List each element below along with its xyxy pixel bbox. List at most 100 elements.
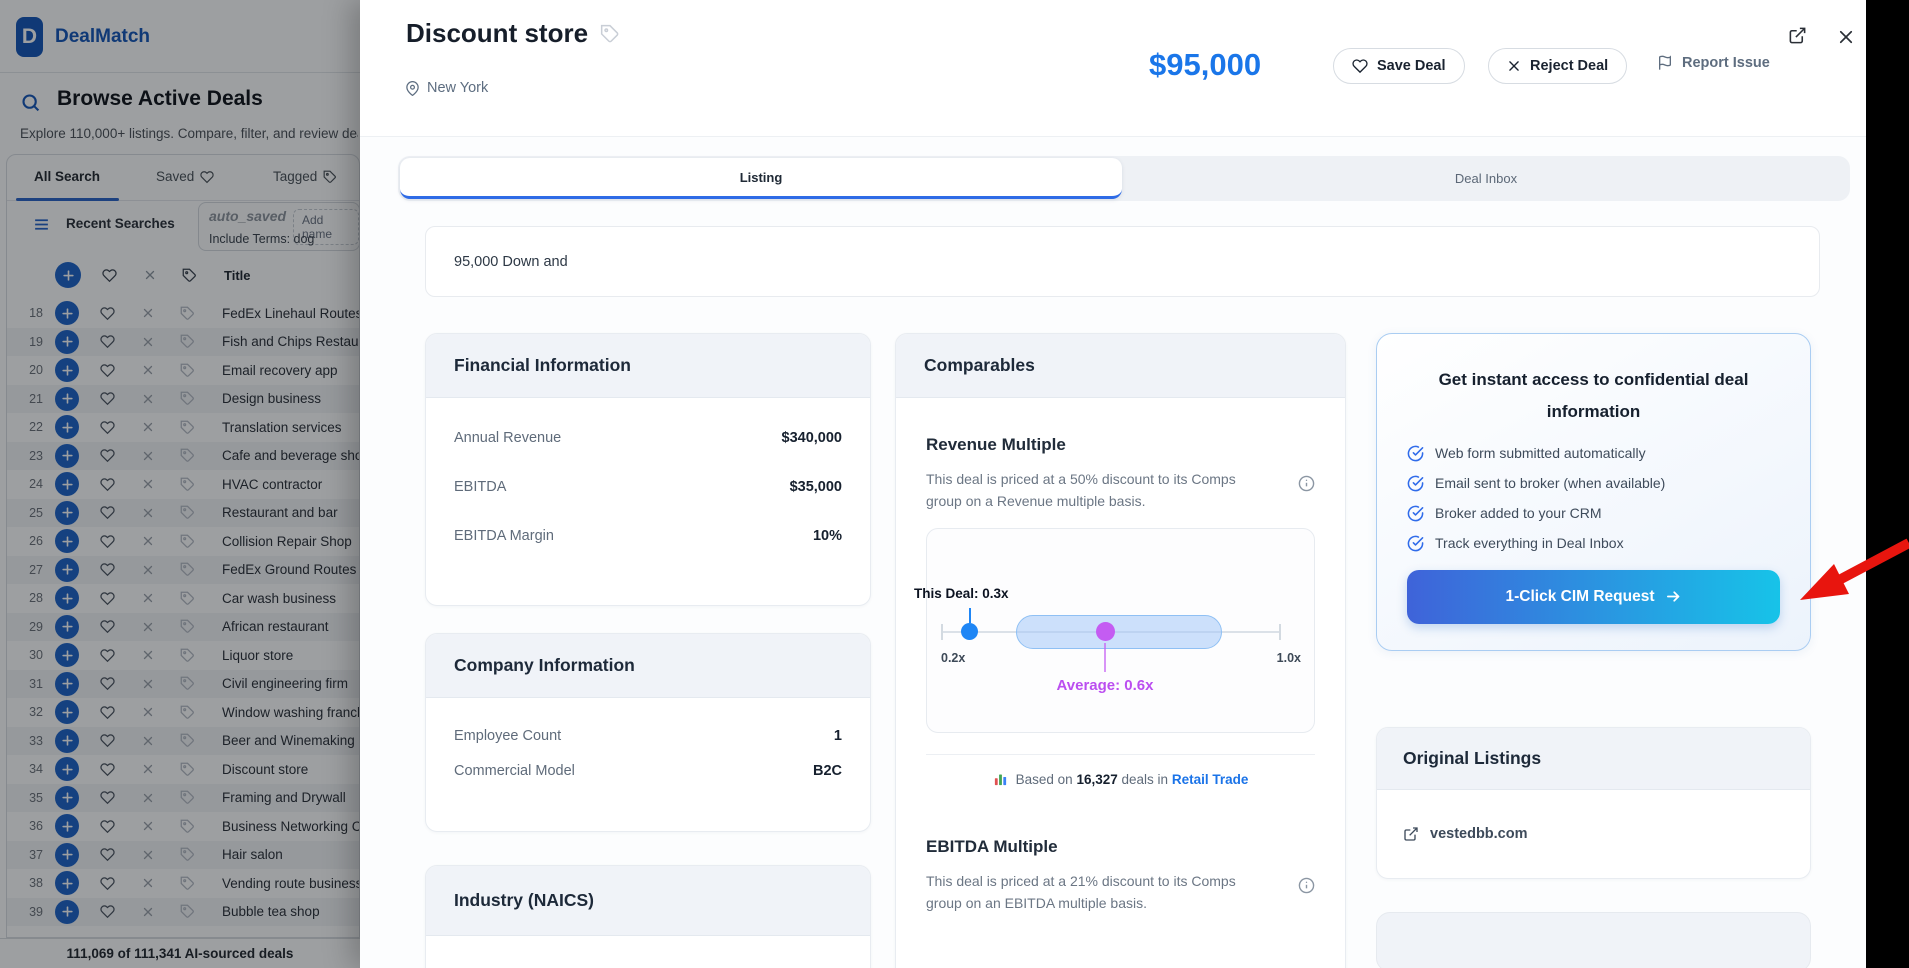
based-on-text: Based on 16,327 deals in Retail Trade [1016, 772, 1249, 787]
cim-benefit-item: Broker added to your CRM [1407, 505, 1780, 522]
deal-location: New York [405, 80, 488, 96]
this-deal-label: This Deal: 0.3x [914, 586, 1009, 601]
deal-count: 16,327 [1076, 772, 1117, 787]
average-label: Average: 0.6x [995, 677, 1215, 694]
check-circle-icon [1407, 475, 1424, 492]
cim-benefit-item: Web form submitted automatically [1407, 445, 1780, 462]
deal-summary-card: 95,000 Down and [425, 226, 1820, 297]
cim-benefit-item: Track everything in Deal Inbox [1407, 535, 1780, 552]
deal-price: $95,000 [1149, 47, 1261, 83]
check-circle-icon [1407, 505, 1424, 522]
info-icon[interactable] [1298, 475, 1315, 492]
ebitda-multiple-heading: EBITDA Multiple [926, 837, 1315, 857]
deal-title-text: Discount store [406, 18, 588, 49]
tag-icon[interactable] [600, 24, 620, 44]
open-external-icon[interactable] [1788, 26, 1807, 45]
info-row: Commercial Model B2C [454, 763, 842, 779]
reject-deal-button[interactable]: Reject Deal [1488, 48, 1627, 84]
slider-tick-min [941, 624, 943, 640]
check-circle-icon [1407, 445, 1424, 462]
info-row-value: 10% [813, 528, 842, 544]
deal-summary-text: 95,000 Down and [454, 254, 568, 270]
flag-icon [1657, 55, 1673, 71]
external-link-icon [1403, 826, 1419, 842]
reject-deal-label: Reject Deal [1530, 58, 1608, 74]
comps-range-band [1016, 615, 1222, 649]
financial-information-card: Financial Information Annual Revenue $340… [425, 333, 871, 606]
info-row-value: $35,000 [790, 479, 842, 495]
heart-icon [1352, 58, 1368, 74]
x-icon [1507, 59, 1521, 73]
card-title: Financial Information [426, 334, 870, 398]
info-row-label: Annual Revenue [454, 430, 561, 446]
tab-label: Listing [740, 170, 783, 185]
deal-value-dot[interactable] [961, 623, 978, 640]
save-deal-button[interactable]: Save Deal [1333, 48, 1465, 84]
info-row-value: 1 [834, 728, 842, 744]
ebitda-multiple-description: This deal is priced at a 21% discount to… [926, 871, 1238, 914]
cim-benefit-text: Email sent to broker (when available) [1435, 475, 1665, 491]
deal-marker-line [969, 608, 971, 623]
original-listing-link[interactable]: vestedbb.com [1403, 826, 1784, 842]
modal-dim-overlay[interactable] [0, 0, 360, 968]
average-marker-line [1104, 643, 1106, 672]
industry-naics-card: Industry (NAICS) [425, 865, 871, 968]
card-title: Company Information [426, 634, 870, 698]
info-row: Annual Revenue $340,000 [454, 430, 842, 446]
info-row-value: B2C [813, 763, 842, 779]
industry-link[interactable]: Retail Trade [1172, 772, 1249, 787]
comparables-card: Comparables Revenue Multiple This deal i… [895, 333, 1346, 968]
detail-tabbar: Listing Deal Inbox [398, 156, 1850, 201]
cim-benefit-text: Broker added to your CRM [1435, 505, 1602, 521]
info-icon[interactable] [1298, 877, 1315, 894]
tab-label: Deal Inbox [1455, 171, 1517, 186]
slider-min-label: 0.2x [941, 651, 965, 665]
revenue-multiple-description: This deal is priced at a 50% discount to… [926, 469, 1238, 512]
info-row-label: EBITDA [454, 479, 506, 495]
info-row: EBITDA $35,000 [454, 479, 842, 495]
cim-benefit-item: Email sent to broker (when available) [1407, 475, 1780, 492]
next-card-stub [1376, 912, 1811, 968]
location-pin-icon [405, 81, 420, 96]
screen-edge-black-strip [1866, 0, 1909, 968]
tab-deal-inbox[interactable]: Deal Inbox [1124, 156, 1848, 201]
cim-access-card: Get instant access to confidential deal … [1376, 333, 1811, 651]
based-on-row: Based on 16,327 deals in Retail Trade [926, 772, 1315, 787]
app-canvas: D DealMatch Browse Active Deals Explore … [0, 0, 1909, 968]
save-deal-label: Save Deal [1377, 58, 1446, 74]
info-row: Employee Count 1 [454, 728, 842, 744]
info-row-value: $340,000 [782, 430, 842, 446]
card-title: Industry (NAICS) [426, 866, 870, 936]
cim-card-title: Get instant access to confidential deal … [1407, 364, 1780, 429]
check-circle-icon [1407, 535, 1424, 552]
location-text: New York [427, 80, 488, 96]
card-title: Original Listings [1377, 728, 1810, 790]
divider [926, 754, 1315, 755]
revenue-multiple-heading: Revenue Multiple [926, 435, 1315, 455]
cim-button-label: 1-Click CIM Request [1505, 588, 1654, 606]
deal-title: Discount store [406, 18, 620, 49]
company-information-card: Company Information Employee Count 1 Comme… [425, 633, 871, 832]
cim-benefit-text: Track everything in Deal Inbox [1435, 535, 1624, 551]
info-row-label: Commercial Model [454, 763, 575, 779]
deal-detail-panel: Discount store New York $95,000 Save Dea… [360, 0, 1866, 968]
arrow-right-icon [1665, 588, 1682, 605]
bar-chart-icon [993, 772, 1008, 787]
original-listing-url: vestedbb.com [1430, 826, 1528, 842]
slider-max-label: 1.0x [1277, 651, 1301, 665]
deal-header: Discount store New York $95,000 Save Dea… [360, 0, 1866, 137]
report-issue-button[interactable]: Report Issue [1657, 55, 1770, 71]
info-row-label: EBITDA Margin [454, 528, 554, 544]
info-row-label: Employee Count [454, 728, 561, 744]
revenue-multiple-slider: This Deal: 0.3x 0.2x 1.0x [926, 528, 1315, 733]
info-row: EBITDA Margin 10% [454, 528, 842, 544]
card-title: Comparables [896, 334, 1345, 398]
report-issue-label: Report Issue [1682, 55, 1770, 71]
deal-content: Listing Deal Inbox 95,000 Down and Finan… [360, 137, 1866, 968]
one-click-cim-request-button[interactable]: 1-Click CIM Request [1407, 570, 1780, 624]
deals-sidebar: D DealMatch Browse Active Deals Explore … [0, 0, 360, 968]
original-listings-card: Original Listings vestedbb.com [1376, 727, 1811, 879]
cim-benefit-text: Web form submitted automatically [1435, 445, 1646, 461]
tab-listing[interactable]: Listing [400, 158, 1122, 199]
close-icon[interactable] [1837, 28, 1855, 46]
